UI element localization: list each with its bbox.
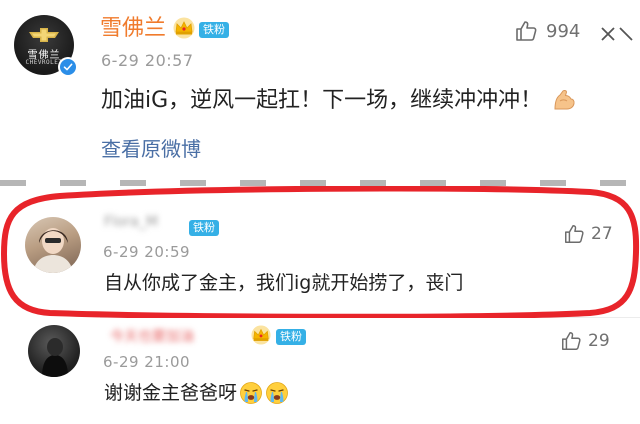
thumbs-up-icon [565, 225, 584, 243]
crying-face-icon [266, 382, 288, 404]
dark-photo-icon [42, 338, 68, 377]
flexed-biceps-icon [554, 89, 575, 110]
checkmark-icon [63, 63, 73, 71]
comment-timestamp: 6-29 20:59 [103, 243, 191, 261]
post-like-count: 994 [546, 20, 581, 42]
verified-badge [58, 57, 78, 77]
commenter-username-blurred[interactable]: 今天也要加油 [110, 327, 194, 347]
more-options-icon[interactable] [598, 24, 634, 44]
comment-text: 自从你成了金主，我们ig就开始捞了，丧门 [104, 272, 464, 294]
thumbs-up-icon [562, 332, 581, 350]
fan-badge: 铁粉 [276, 329, 306, 345]
post-author-name[interactable]: 雪佛兰 [100, 14, 166, 44]
commenter-username-blurred[interactable]: Flora_M [104, 212, 158, 232]
fan-badge: 铁粉 [199, 22, 229, 38]
thumbs-up-icon [516, 21, 537, 41]
comment-like-button[interactable]: 29 [560, 330, 610, 352]
section-separator [0, 180, 640, 186]
comment-text: 谢谢金主爸爸呀 [104, 382, 238, 404]
post-text: 加油iG，逆风一起扛！下一场，继续冲冲冲！ [101, 88, 543, 113]
commenter-avatar[interactable] [28, 325, 80, 377]
post-like-button[interactable]: 994 [514, 19, 580, 43]
comment-like-count: 29 [588, 331, 610, 351]
comment-divider [100, 317, 640, 318]
comment-like-count: 27 [591, 224, 613, 244]
crown-icon [173, 17, 195, 39]
post-body: 加油iG，逆风一起扛！下一场，继续冲冲冲！ [101, 86, 578, 116]
fan-badge: 铁粉 [189, 220, 219, 236]
crying-face-icon [240, 382, 262, 404]
highlight-annotation [1, 186, 640, 318]
comment-timestamp: 6-29 21:00 [103, 353, 191, 371]
comment-like-button[interactable]: 27 [563, 223, 613, 245]
person-photo-icon [33, 228, 73, 273]
chevrolet-bowtie-icon [29, 28, 59, 42]
view-original-link[interactable]: 查看原微博 [101, 134, 201, 164]
commenter-avatar[interactable] [25, 217, 81, 273]
crown-icon [251, 325, 271, 345]
post-timestamp: 6-29 20:57 [101, 51, 194, 70]
comment-body: 谢谢金主爸爸呀 [104, 379, 289, 407]
